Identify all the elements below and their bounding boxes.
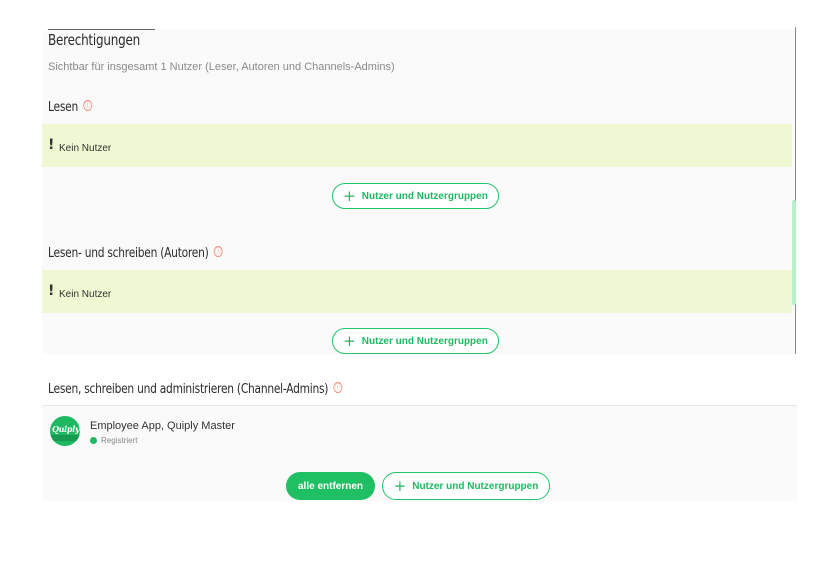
scrollbar-thumb[interactable] bbox=[792, 200, 796, 305]
admin-section-title: Lesen, schreiben und administrieren (Cha… bbox=[48, 382, 343, 397]
avatar-band bbox=[50, 435, 80, 441]
write-empty-warning: ! Kein Nutzer bbox=[42, 270, 792, 313]
add-readers-label: Nutzer und Nutzergruppen bbox=[361, 190, 488, 202]
add-authors-button[interactable]: + Nutzer und Nutzergruppen bbox=[332, 328, 499, 354]
info-icon[interactable]: ⓘ bbox=[82, 100, 92, 111]
add-admins-button[interactable]: + Nutzer und Nutzergruppen bbox=[382, 472, 550, 500]
info-icon[interactable]: ⓘ bbox=[213, 246, 223, 257]
avatar: Quiply bbox=[50, 416, 80, 446]
warning-text: Kein Nutzer bbox=[59, 143, 112, 154]
read-section-label: Lesen bbox=[48, 100, 78, 115]
add-admins-label: Nutzer und Nutzergruppen bbox=[412, 480, 539, 492]
info-icon[interactable]: ⓘ bbox=[333, 382, 343, 393]
plus-icon: + bbox=[393, 477, 407, 495]
permissions-subtitle: Sichtbar für insgesamt 1 Nutzer (Leser, … bbox=[48, 61, 395, 73]
plus-icon: + bbox=[343, 332, 356, 350]
write-section-label: Lesen- und schreiben (Autoren) bbox=[48, 246, 209, 261]
add-authors-label: Nutzer und Nutzergruppen bbox=[361, 335, 488, 347]
user-name: Employee App, Quiply Master bbox=[90, 420, 235, 432]
read-section-title: Lesen ⓘ bbox=[48, 100, 92, 115]
remove-all-button[interactable]: alle entfernen bbox=[286, 472, 375, 500]
add-readers-button[interactable]: + Nutzer und Nutzergruppen bbox=[332, 183, 499, 209]
quiply-logo: Quiply bbox=[52, 424, 80, 434]
plus-icon: + bbox=[343, 187, 356, 205]
warning-text: Kein Nutzer bbox=[59, 289, 112, 300]
write-section-title: Lesen- und schreiben (Autoren) ⓘ bbox=[48, 246, 223, 261]
scrollbar-track[interactable] bbox=[795, 27, 796, 354]
permissions-title: Berechtigungen bbox=[48, 31, 140, 49]
read-empty-warning: ! Kein Nutzer bbox=[42, 124, 792, 167]
admin-section-label: Lesen, schreiben und administrieren (Cha… bbox=[48, 382, 329, 397]
warning-icon: ! bbox=[48, 283, 55, 299]
status-dot-icon bbox=[90, 437, 97, 444]
user-status: Registriert bbox=[101, 436, 138, 445]
warning-icon: ! bbox=[48, 137, 55, 153]
